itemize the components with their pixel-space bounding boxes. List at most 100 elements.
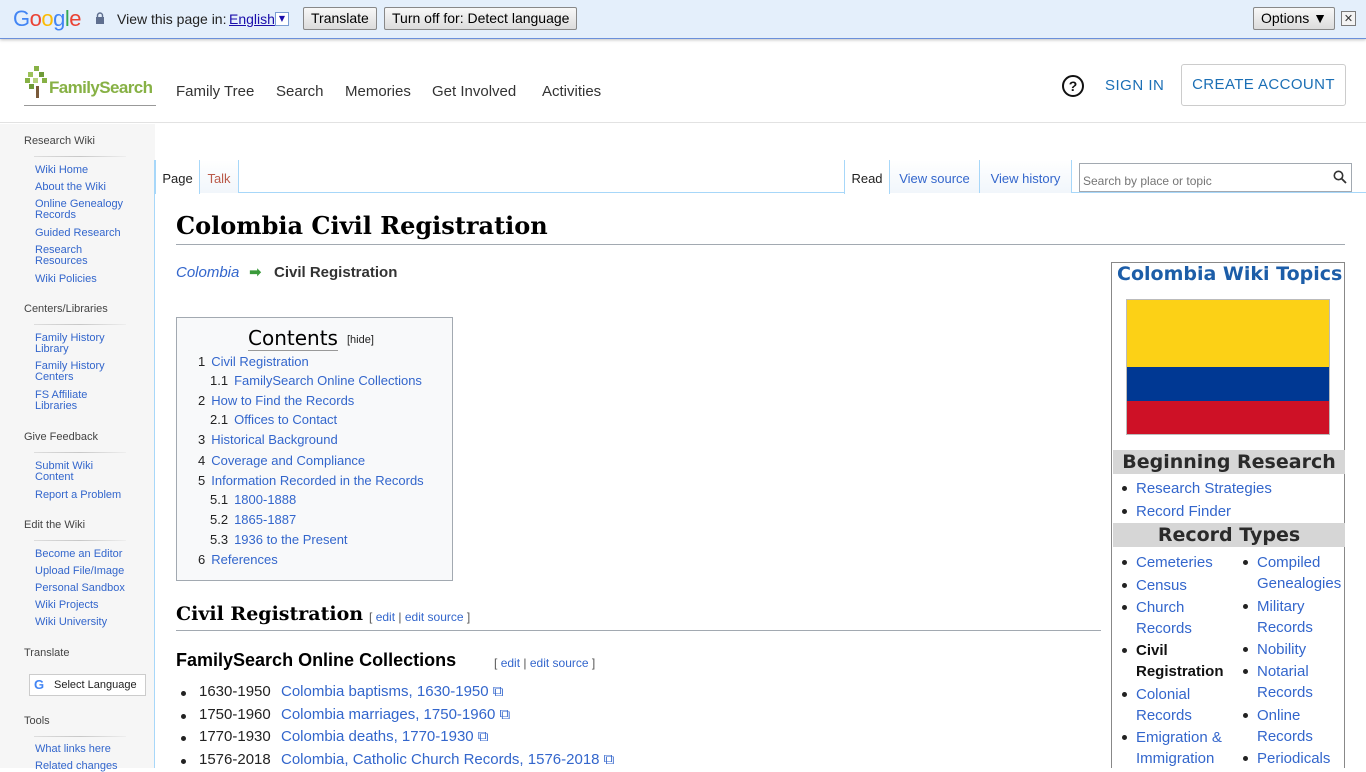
toc-item[interactable]: 5.3 1936 to the Present <box>210 532 348 547</box>
link-emigration-2[interactable]: Immigration <box>1136 748 1214 769</box>
search-icon[interactable] <box>1333 170 1347 184</box>
sign-in-link[interactable]: SIGN IN <box>1105 77 1164 94</box>
link-research-strategies[interactable]: Research Strategies <box>1122 478 1272 499</box>
sidebar-item-fh-centers[interactable]: Family History Centers <box>35 361 115 383</box>
toc-item[interactable]: 5 Information Recorded in the Records <box>198 473 424 488</box>
collection-link[interactable]: Colombia baptisms, 1630-1950 ⧉ <box>281 683 504 700</box>
toc-item[interactable]: 1 Civil Registration <box>198 354 309 369</box>
tab-page[interactable]: Page <box>155 160 200 194</box>
sidebar-heading: Translate <box>24 647 70 659</box>
options-button[interactable]: Options ▼ <box>1253 7 1335 30</box>
sidebar-heading: Give Feedback <box>24 431 98 443</box>
sidebar-item-guided-research[interactable]: Guided Research <box>35 228 145 239</box>
sidebar-item-upload-file[interactable]: Upload File/Image <box>35 566 145 577</box>
sidebar-item-become-editor[interactable]: Become an Editor <box>35 549 145 560</box>
collection-link[interactable]: Colombia marriages, 1750-1960 ⧉ <box>281 706 510 723</box>
link-church-records[interactable]: Church <box>1121 597 1184 618</box>
create-account-button[interactable]: CREATE ACCOUNT <box>1181 64 1346 106</box>
toc-item[interactable]: 4 Coverage and Compliance <box>198 453 365 468</box>
sidebar-item-report-problem[interactable]: Report a Problem <box>35 490 145 501</box>
link-periodicals[interactable]: Periodicals <box>1242 748 1330 769</box>
toc-item[interactable]: 2.1 Offices to Contact <box>210 412 337 427</box>
tab-view-source[interactable]: View source <box>890 160 980 193</box>
translate-button[interactable]: Translate <box>303 7 377 30</box>
link-record-finder[interactable]: Record Finder <box>1121 501 1231 522</box>
divider <box>34 156 126 157</box>
familysearch-logo[interactable]: FamilySearch <box>24 64 156 106</box>
link-military-records-2[interactable]: Records <box>1257 617 1313 638</box>
current-civil-registration: Civil <box>1122 642 1168 659</box>
tab-read[interactable]: Read <box>844 160 890 194</box>
sidebar-item-what-links-here[interactable]: What links here <box>35 744 145 755</box>
collection-link[interactable]: Colombia, Catholic Church Records, 1576-… <box>281 751 614 768</box>
link-colonial-records-2[interactable]: Records <box>1136 705 1192 726</box>
sidebar-item-wiki-home[interactable]: Wiki Home <box>35 165 145 176</box>
link-cemeteries[interactable]: Cemeteries <box>1122 552 1213 573</box>
tab-view-history[interactable]: View history <box>980 160 1072 193</box>
link-notarial-records[interactable]: Notarial <box>1243 661 1309 682</box>
nav-search[interactable]: Search <box>276 83 324 100</box>
toc-item[interactable]: 5.1 1800-1888 <box>210 492 296 507</box>
sidebar-heading: Edit the Wiki <box>24 519 86 531</box>
link-census[interactable]: Census <box>1122 575 1187 596</box>
toc-item[interactable]: 2 How to Find the Records <box>198 393 354 408</box>
divider <box>154 160 155 768</box>
close-icon[interactable]: ✕ <box>1341 11 1356 26</box>
nav-memories[interactable]: Memories <box>345 83 411 100</box>
nav-get-involved[interactable]: Get Involved <box>432 83 516 100</box>
sidebar-item-online-records[interactable]: Online Genealogy Records <box>35 199 145 221</box>
link-colonial-records[interactable]: Colonial <box>1121 684 1190 705</box>
section-edit-links: [ edit | edit source ] <box>369 610 471 624</box>
language-select[interactable]: English <box>229 11 275 27</box>
current-civil-registration-2: Registration <box>1136 663 1224 680</box>
link-church-records-2[interactable]: Records <box>1136 618 1192 639</box>
collection-link[interactable]: Colombia deaths, 1770-1930 ⧉ <box>281 728 489 745</box>
section-edit-links: [ edit | edit source ] <box>494 656 596 670</box>
toc-item[interactable]: 3 Historical Background <box>198 432 338 447</box>
topics-box-title[interactable]: Colombia Wiki Topics <box>1117 263 1342 285</box>
toc-item[interactable]: 5.2 1865-1887 <box>210 512 296 527</box>
link-online-records[interactable]: Online <box>1242 705 1300 726</box>
tree-icon <box>25 66 47 98</box>
nav-activities[interactable]: Activities <box>542 83 601 100</box>
sidebar-item-submit-content[interactable]: Submit Wiki Content <box>35 461 110 483</box>
divider <box>34 324 126 325</box>
edit-source-link[interactable]: edit source <box>530 656 589 670</box>
link-compiled-genealogies[interactable]: Compiled <box>1242 552 1320 573</box>
sidebar-item-wiki-policies[interactable]: Wiki Policies <box>35 274 145 285</box>
edit-source-link[interactable]: edit source <box>405 610 464 624</box>
google-logo: Google <box>13 6 82 31</box>
link-nobility[interactable]: Nobility <box>1242 639 1306 660</box>
toc-item[interactable]: 1.1 FamilySearch Online Collections <box>210 373 422 388</box>
sidebar-item-wiki-projects[interactable]: Wiki Projects <box>35 600 145 611</box>
breadcrumb-colombia[interactable]: Colombia <box>176 264 239 281</box>
search-input[interactable] <box>1079 163 1352 192</box>
link-compiled-genealogies-2[interactable]: Genealogies <box>1257 573 1341 594</box>
turn-off-button[interactable]: Turn off for: Detect language <box>384 7 578 30</box>
link-online-records-2[interactable]: Records <box>1257 726 1313 747</box>
google-g-icon: G <box>34 677 45 692</box>
sidebar-item-research-resources[interactable]: Research Resources <box>35 245 105 267</box>
sidebar-item-fh-library[interactable]: Family History Library <box>35 333 115 355</box>
edit-link[interactable]: edit <box>376 610 395 624</box>
link-military-records[interactable]: Military <box>1243 596 1305 617</box>
tab-talk[interactable]: Talk <box>200 160 239 193</box>
toc-item[interactable]: 6 References <box>198 552 278 567</box>
select-language-dropdown[interactable]: G Select Language <box>29 674 146 696</box>
link-emigration[interactable]: Emigration & <box>1122 727 1222 748</box>
sidebar-item-about-wiki[interactable]: About the Wiki <box>35 182 145 193</box>
beginning-research-heading: Beginning Research <box>1113 450 1345 474</box>
help-icon[interactable]: ? <box>1062 75 1084 97</box>
sidebar-item-personal-sandbox[interactable]: Personal Sandbox <box>35 583 145 594</box>
link-notarial-records-2[interactable]: Records <box>1257 682 1313 703</box>
edit-link[interactable]: edit <box>501 656 520 670</box>
nav-family-tree[interactable]: Family Tree <box>176 83 254 100</box>
sidebar-item-wiki-university[interactable]: Wiki University <box>35 617 145 628</box>
record-types-heading: Record Types <box>1113 523 1345 547</box>
sidebar-item-related-changes[interactable]: Related changes <box>35 761 145 772</box>
colombia-flag-image <box>1126 299 1330 435</box>
toc-hide-toggle[interactable]: [hide] <box>347 334 374 346</box>
sidebar-heading: Research Wiki <box>24 135 95 147</box>
chevron-down-icon[interactable]: ▼ <box>275 12 289 26</box>
sidebar-item-affiliate-libraries[interactable]: FS Affiliate Libraries <box>35 390 105 412</box>
